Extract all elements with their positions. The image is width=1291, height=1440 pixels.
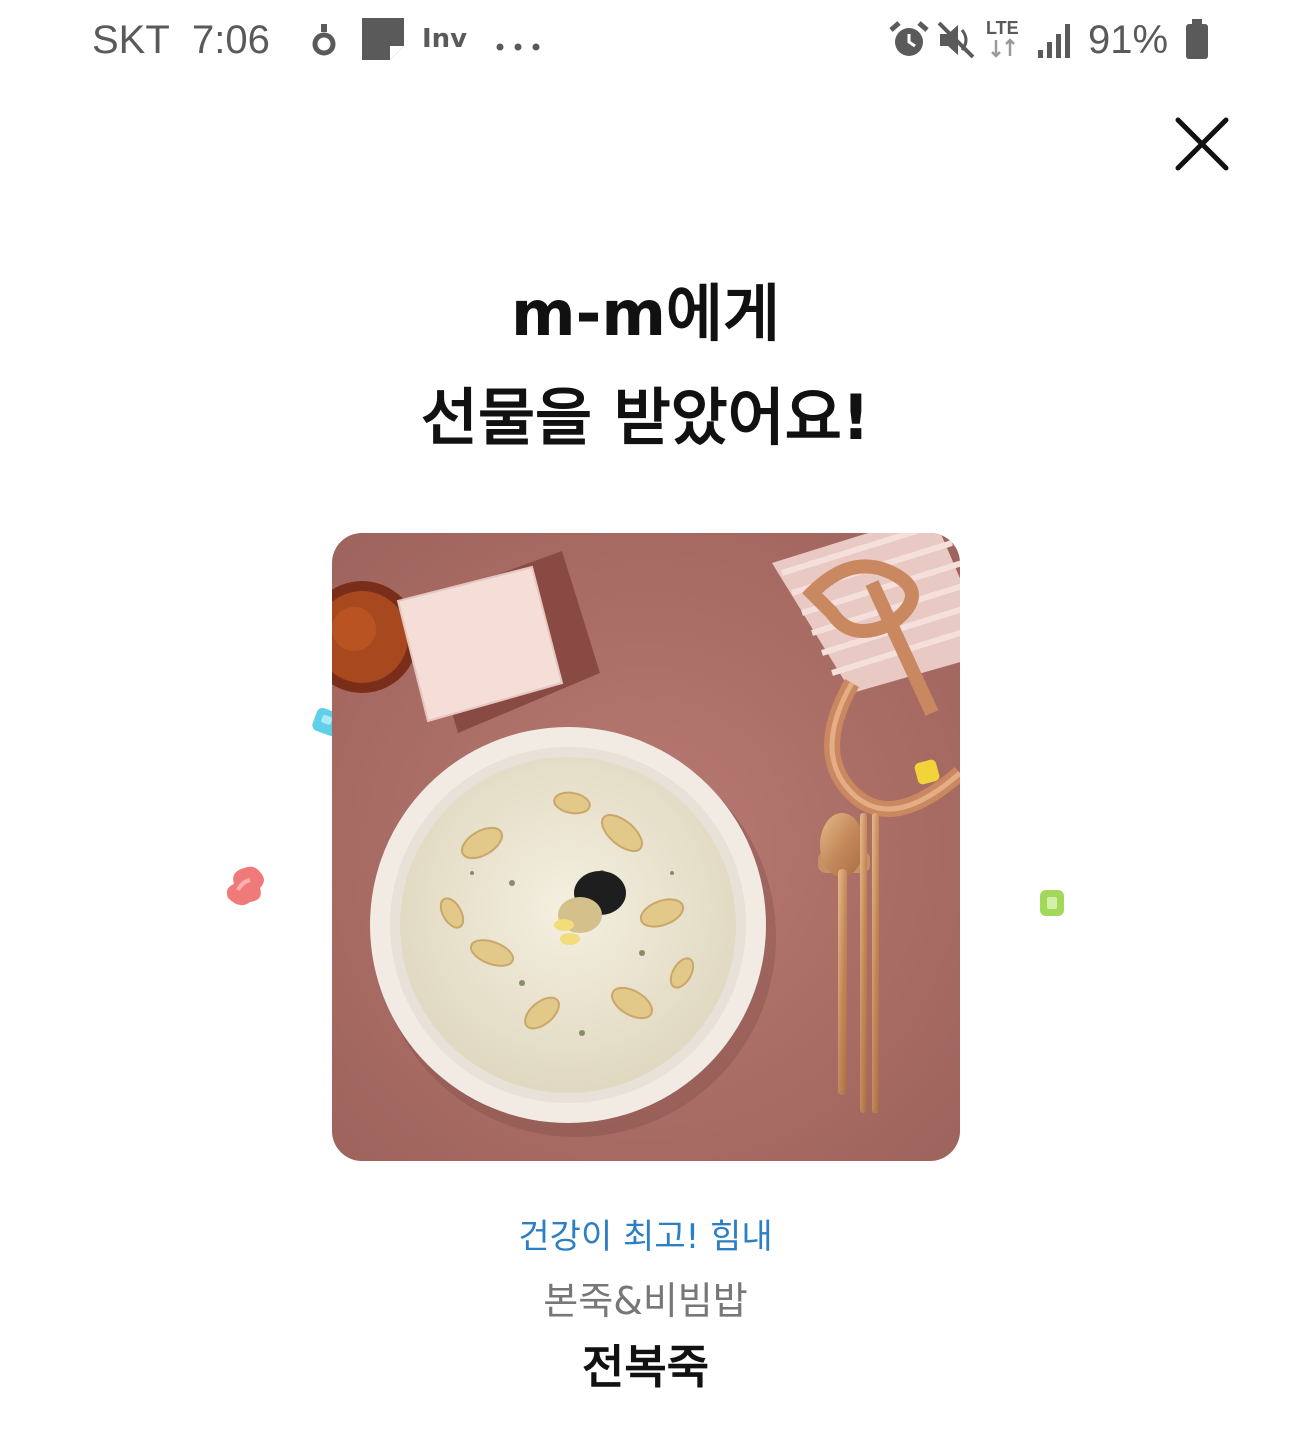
status-bar: SKT 7:06 Inv LTE 91% [0,0,1291,80]
gift-message: 건강이 최고! 힘내 [518,1217,773,1257]
product-name: 전복죽 [582,1340,709,1394]
inv-app-icon: Inv [422,24,468,54]
headline-received: 선물을 받았어요! [420,381,871,454]
close-icon [1175,117,1229,171]
confetti-green-icon [1040,890,1064,916]
location-icon [312,22,336,66]
lte-icon: LTE [984,16,1024,60]
confetti-red-icon [226,866,264,906]
battery-percent: 91% [1088,18,1169,62]
close-button[interactable] [1170,112,1234,176]
carrier-label: SKT [92,18,170,62]
abalone-porridge-photo [332,533,960,1161]
battery-icon [1184,18,1210,62]
mute-icon [936,20,976,64]
brand-name: 본죽&비빔밥 [543,1279,748,1323]
signal-icon [1036,20,1076,64]
lte-label: LTE [986,18,1019,38]
gift-headline: m-m에게 선물을 받았어요! [0,262,1291,470]
clock-time: 7:06 [192,18,270,62]
product-image [332,533,960,1161]
headline-sender: m-m에게 [510,277,781,350]
more-notifications-icon [496,36,546,51]
alarm-icon [888,20,930,64]
notes-icon [360,16,406,60]
